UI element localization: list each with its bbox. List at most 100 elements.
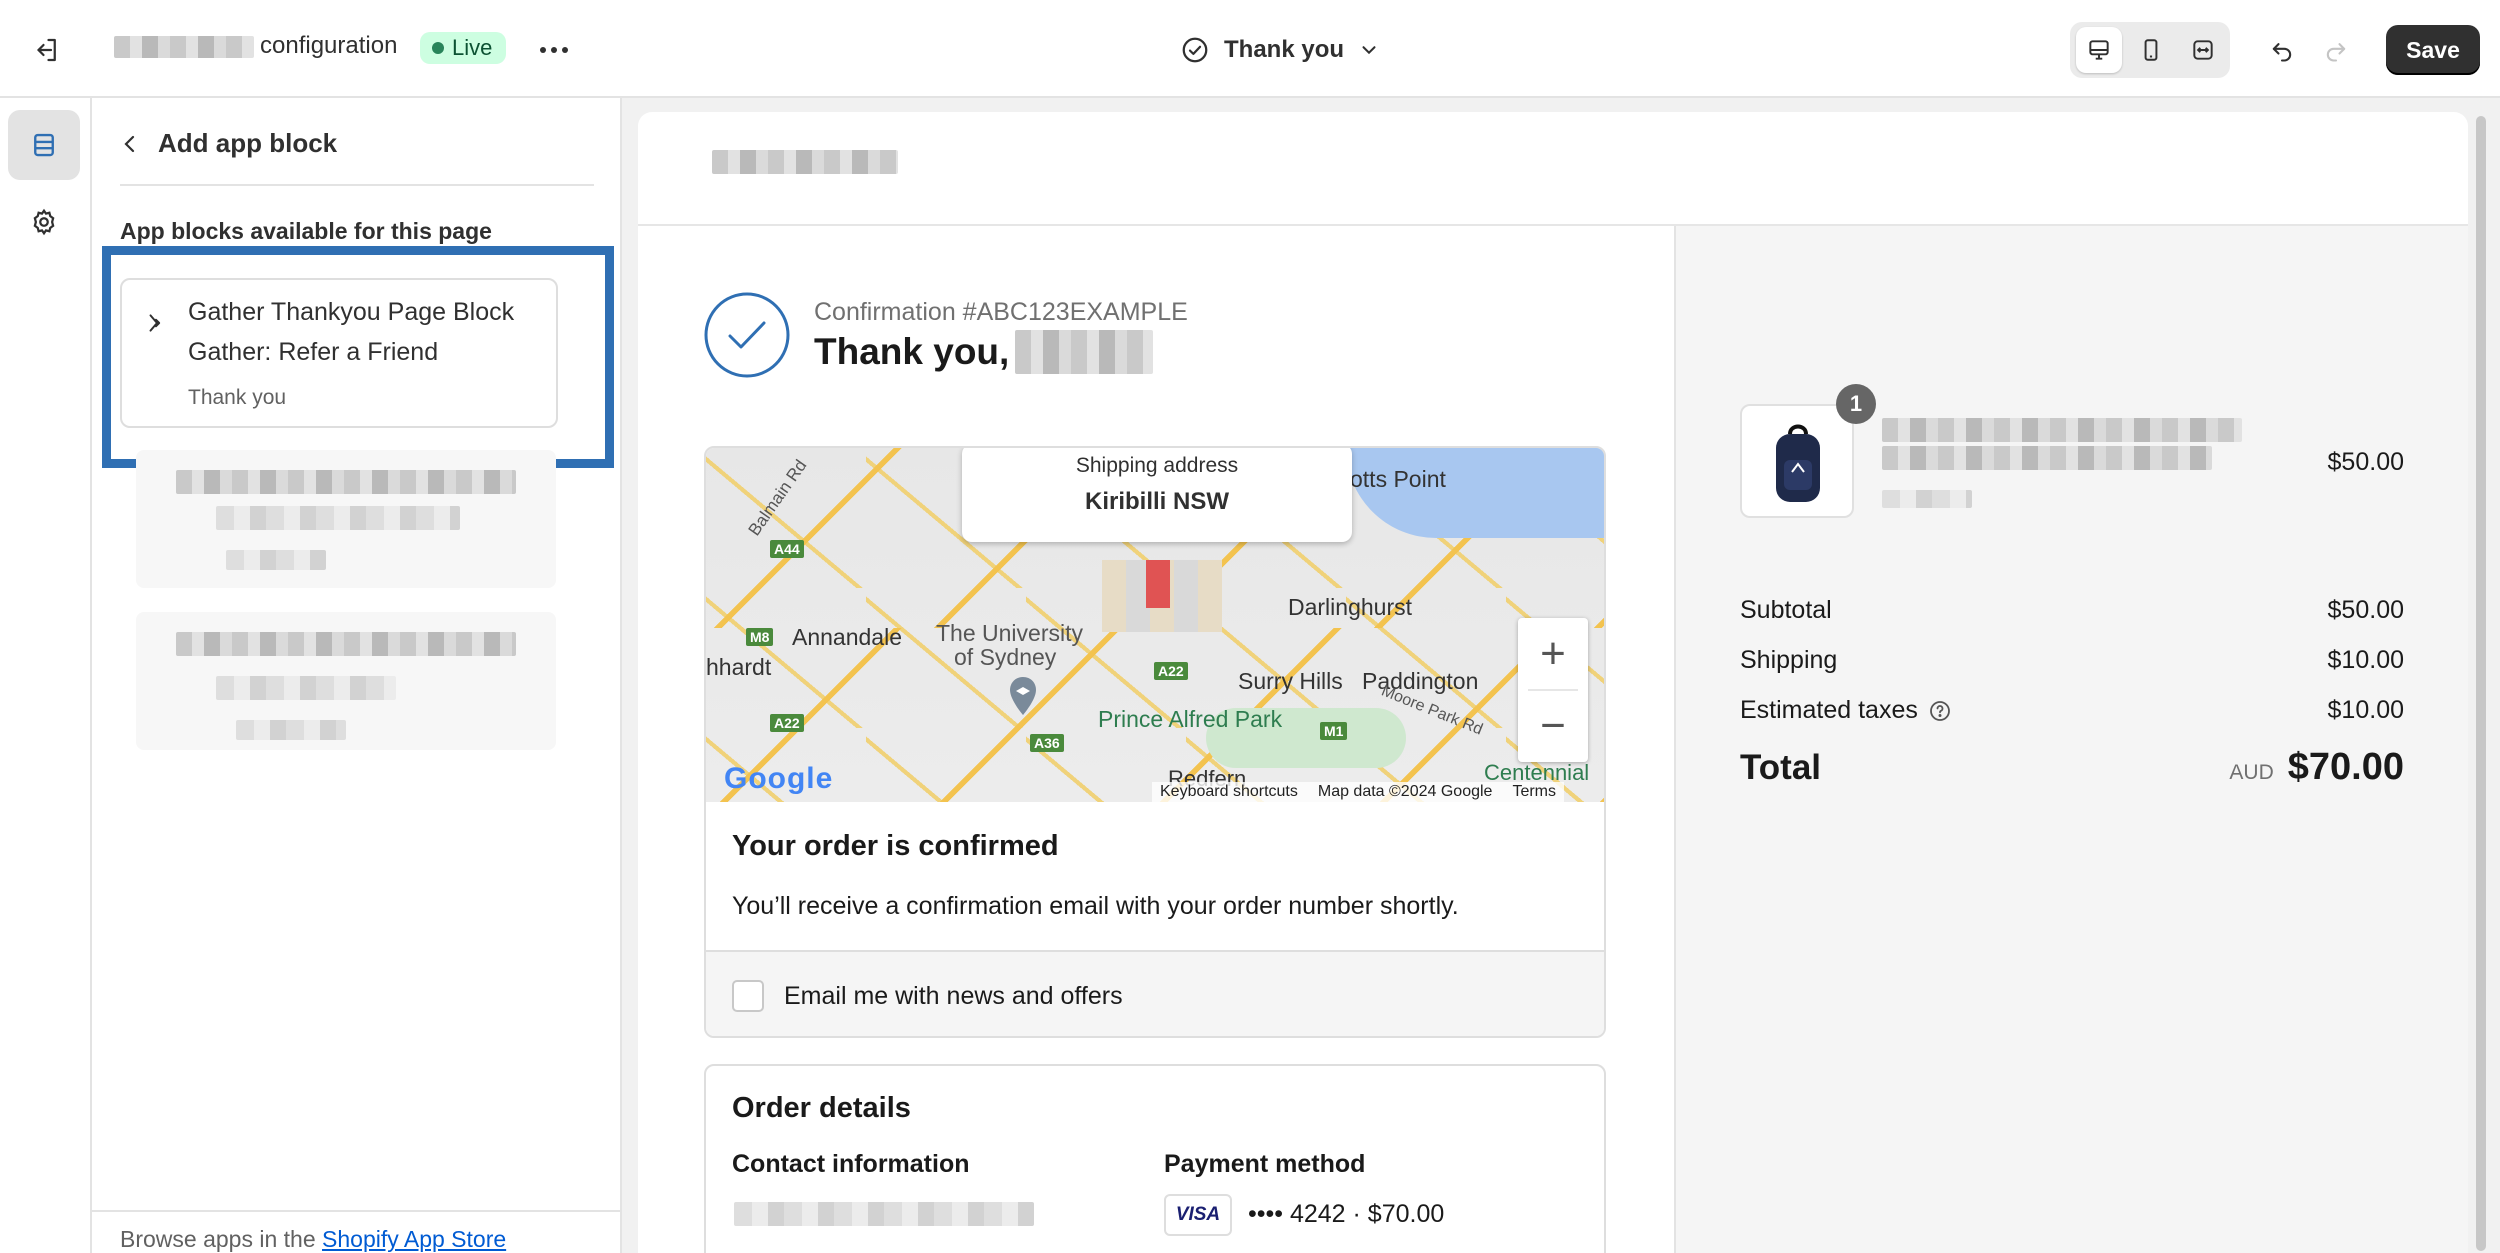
redacted-text: [236, 720, 346, 740]
product-thumbnail: 1: [1740, 384, 1876, 518]
newsletter-row: Email me with news and offers: [706, 950, 1604, 1036]
product-variant-redacted: [1882, 490, 1972, 508]
subtotal-value: $50.00: [2327, 596, 2404, 624]
shipping-address-value: Kiribilli NSW: [1085, 488, 1229, 515]
undo-icon[interactable]: [2260, 28, 2304, 72]
map-label-of-sydney: of Sydney: [954, 644, 1057, 670]
order-details-title: Order details: [732, 1092, 911, 1124]
exit-icon[interactable]: [26, 30, 66, 70]
terms-link[interactable]: Terms: [1512, 783, 1556, 801]
redacted-text: [226, 550, 326, 570]
full-width-view-icon[interactable]: [2180, 27, 2226, 73]
total-row-value: AUD $70.00: [2106, 746, 2404, 789]
payment-value: •••• 4242 · $70.00: [1248, 1200, 1445, 1228]
sections-icon[interactable]: [8, 110, 80, 180]
map-label-leichhardt: hhardt: [706, 654, 772, 680]
order-confirmed-title: Your order is confirmed: [732, 830, 1059, 862]
top-bar: configuration Live Thank you Save: [0, 0, 2500, 98]
scrollbar-thumb[interactable]: [2476, 116, 2486, 1251]
page-selector[interactable]: Thank you: [1180, 30, 1380, 70]
app-block-page: Thank you: [188, 386, 287, 409]
footer-text: Browse apps in the: [120, 1226, 323, 1252]
shipping-value: $10.00: [2327, 646, 2404, 674]
road-badge-m8: M8: [746, 628, 774, 646]
product-name-redacted: [1882, 446, 2212, 470]
product-name-redacted: [1882, 418, 2242, 442]
redacted-text: [216, 506, 460, 530]
subtotal-label: Subtotal: [1740, 596, 1832, 624]
desktop-view-icon[interactable]: [2076, 27, 2122, 73]
road-badge-a22-b: A22: [770, 714, 804, 732]
store-config-label: configuration: [260, 32, 398, 59]
total-label: Total: [1740, 748, 1822, 787]
university-pin-icon: [1008, 676, 1038, 716]
map-attribution: Keyboard shortcuts Map data ©2024 Google…: [1152, 782, 1564, 802]
app-block-icon: [149, 314, 161, 332]
panel-footer: Browse apps in the Shopify App Store: [120, 1226, 506, 1253]
page-selector-label: Thank you: [1224, 36, 1345, 63]
zoom-controls: + −: [1518, 618, 1588, 762]
map-label-balmain: Balmain Rd: [744, 456, 811, 540]
check-circle-large-icon: [704, 292, 790, 378]
road-badge-a44: A44: [770, 540, 804, 558]
store-name-redacted: [114, 36, 254, 58]
mobile-view-icon[interactable]: [2128, 27, 2174, 73]
road-badge-a36: A36: [1030, 734, 1064, 752]
payment-method-label: Payment method: [1164, 1150, 1366, 1178]
marker-pin: [1146, 560, 1170, 608]
map-label-annandale: Annandale: [792, 624, 902, 650]
map-label-potts-point: otts Point: [1350, 466, 1446, 492]
checkout-preview: Confirmation #ABC123EXAMPLE Thank you, B…: [638, 112, 2468, 1253]
taxes-value: $10.00: [2327, 696, 2404, 724]
map[interactable]: Balmain Rd otts Point Annandale The Univ…: [706, 448, 1604, 802]
newsletter-label: Email me with news and offers: [784, 982, 1123, 1010]
redo-icon[interactable]: [2314, 28, 2358, 72]
panel-divider: [120, 184, 594, 186]
chevron-down-icon: [1362, 46, 1376, 55]
map-data-text: Map data ©2024 Google: [1317, 783, 1493, 800]
zoom-out-button[interactable]: −: [1518, 690, 1588, 762]
customer-name-redacted: [1015, 330, 1154, 374]
app-block-gather[interactable]: Gather Thankyou Page Block Gather: Refer…: [120, 278, 558, 428]
section-heading: App blocks available for this page: [120, 218, 492, 244]
save-button[interactable]: Save: [2386, 25, 2480, 75]
water-area: [1346, 448, 1604, 538]
map-label-prince-alfred: Prince Alfred Park: [1098, 706, 1283, 732]
shop-logo-redacted: [712, 150, 898, 174]
total-value: $70.00: [2287, 746, 2404, 788]
shipping-address-label: Shipping address: [1075, 454, 1239, 477]
live-badge-label: Live: [452, 35, 493, 60]
preview-scrollbar[interactable]: [2474, 114, 2488, 1253]
panel-title: Add app block: [158, 128, 338, 158]
order-summary: 1 $50.00 Subtotal $50.00 Shipping $10.00…: [1674, 226, 2468, 1253]
redacted-app-block: [136, 450, 556, 588]
currency-code: AUD: [2229, 761, 2274, 784]
map-label-paddington: Paddington: [1362, 668, 1479, 694]
more-horizontal-icon[interactable]: [534, 30, 574, 70]
google-logo: Google: [724, 762, 834, 795]
road-badge-a22-a: A22: [1154, 662, 1188, 680]
map-label-surry-hills: Surry Hills: [1238, 668, 1343, 694]
contact-info-redacted: [734, 1202, 1034, 1226]
app-block-subtitle: Gather: Refer a Friend: [188, 338, 439, 366]
item-price: $50.00: [2327, 448, 2404, 476]
redacted-app-block: [136, 612, 556, 750]
add-app-block-panel: Add app block App blocks available for t…: [92, 98, 622, 1253]
help-circle-icon[interactable]: [1928, 699, 1952, 723]
zoom-in-button[interactable]: +: [1518, 618, 1588, 690]
shipping-address-popup: Shipping address Kiribilli NSW: [962, 448, 1352, 542]
location-marker-redacted: [1102, 560, 1222, 632]
live-badge: Live: [420, 32, 507, 64]
back-chevron-icon[interactable]: [112, 126, 148, 162]
thank-you-text: Thank you,: [814, 331, 1010, 372]
visa-card-icon: VISA: [1164, 1194, 1232, 1236]
settings-gear-icon[interactable]: [22, 200, 66, 244]
map-label-darlinghurst: Darlinghurst: [1288, 594, 1412, 620]
newsletter-checkbox[interactable]: [732, 980, 764, 1012]
app-block-title: Gather Thankyou Page Block: [188, 298, 515, 326]
thank-you-heading: Thank you,: [814, 330, 1154, 374]
keyboard-shortcuts-link[interactable]: Keyboard shortcuts: [1160, 783, 1298, 801]
backpack-icon: [1776, 424, 1820, 502]
road-badge-m1: M1: [1320, 722, 1348, 740]
shopify-app-store-link[interactable]: Shopify App Store: [322, 1226, 506, 1252]
